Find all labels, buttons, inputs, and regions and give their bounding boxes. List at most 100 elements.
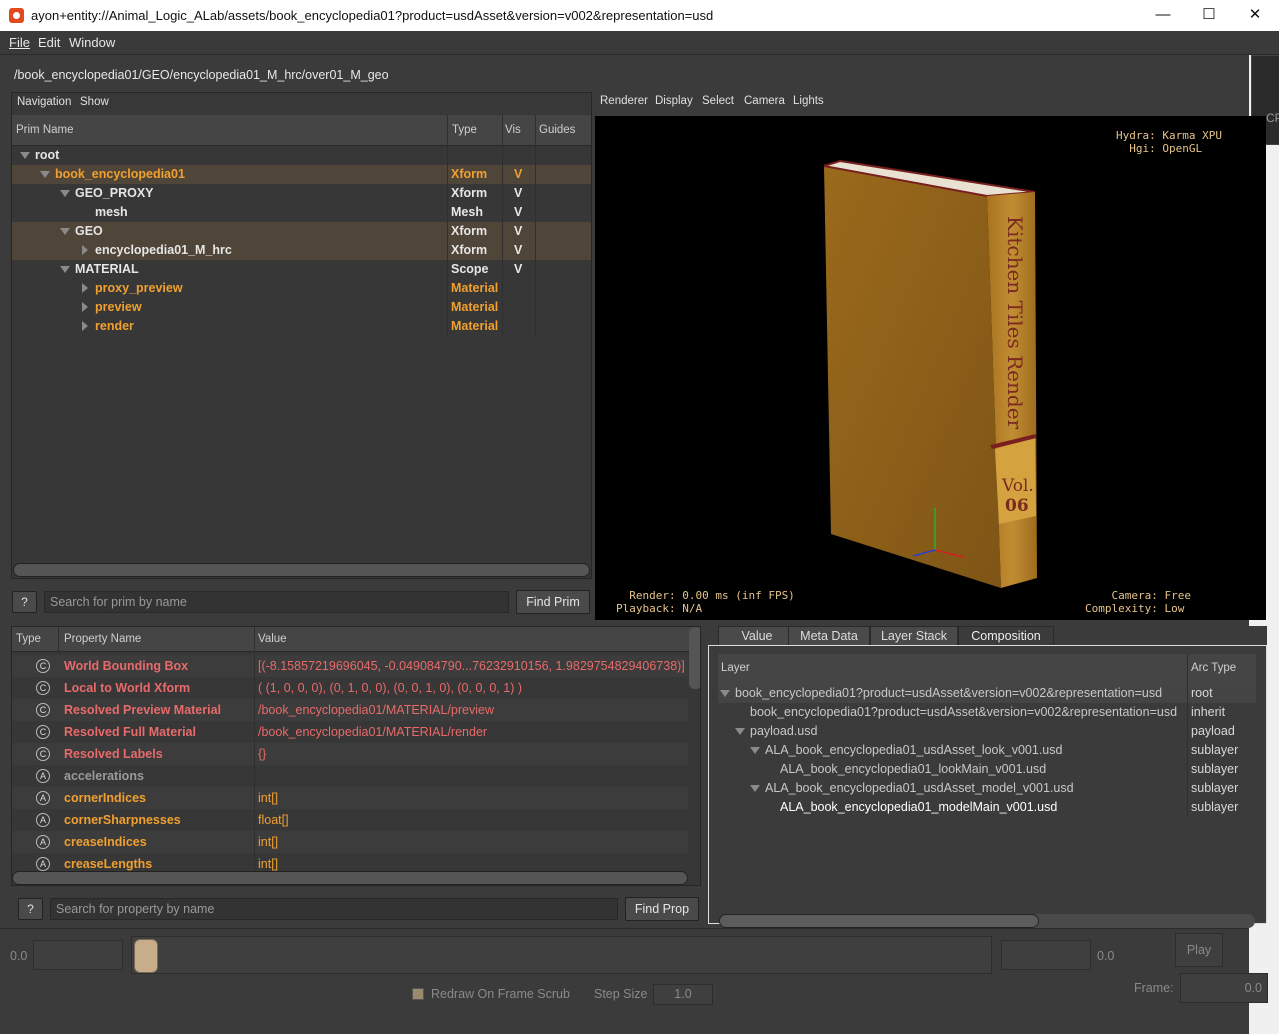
- scrollbar-thumb[interactable]: [719, 914, 1039, 928]
- prim-visibility[interactable]: V: [514, 224, 522, 238]
- tree-row[interactable]: render Material: [12, 317, 591, 336]
- property-row[interactable]: C World Bounding Box [(-8.15857219696045, …: [12, 655, 688, 677]
- tree-row[interactable]: MATERIAL Scope V: [12, 260, 591, 279]
- collapse-arrow-icon[interactable]: [60, 266, 70, 273]
- prim-search-input[interactable]: Search for prim by name: [44, 591, 509, 613]
- frame-field[interactable]: 0.0: [1180, 973, 1268, 1003]
- property-row[interactable]: AcornerSharpnesses float[]: [12, 809, 688, 831]
- property-row[interactable]: C Resolved Preview Material/book_encyclop…: [12, 699, 688, 721]
- composition-row[interactable]: ALA_book_encyclopedia01_usdAsset_model_v…: [718, 779, 1256, 798]
- composition-row[interactable]: ALA_book_encyclopedia01_usdAsset_look_v0…: [718, 741, 1256, 760]
- composition-row[interactable]: book_encyclopedia01?product=usdAsset&ver…: [718, 684, 1256, 703]
- prim-visibility[interactable]: V: [514, 167, 522, 181]
- menu-file[interactable]: File: [9, 35, 30, 50]
- select-menu[interactable]: Select: [702, 95, 734, 107]
- property-vscrollbar[interactable]: [689, 627, 700, 689]
- property-row[interactable]: C Resolved Labels {}: [12, 743, 688, 765]
- camera-menu[interactable]: Camera: [744, 95, 785, 107]
- collapse-arrow-icon[interactable]: [40, 171, 50, 178]
- property-row[interactable]: Aaccelerations: [12, 765, 688, 787]
- collapse-arrow-icon[interactable]: [750, 747, 760, 754]
- end-frame-field[interactable]: [1001, 940, 1091, 970]
- step-size-field[interactable]: 1.0: [653, 984, 713, 1005]
- 3d-viewport[interactable]: Kitchen Tiles Render Vol. 06 Hydra: Karm…: [595, 116, 1266, 620]
- prim-visibility[interactable]: V: [514, 243, 522, 257]
- tree-row[interactable]: encyclopedia01_M_hrc Xform V: [12, 241, 591, 260]
- property-value: int[]: [258, 857, 279, 871]
- expand-arrow-icon[interactable]: [82, 245, 88, 255]
- prim-visibility[interactable]: V: [514, 205, 522, 219]
- property-row[interactable]: C Local to World Xform ( (1, 0, 0, 0), (0,…: [12, 677, 688, 699]
- frame-slider-handle[interactable]: [134, 939, 158, 973]
- collapse-arrow-icon[interactable]: [720, 690, 730, 697]
- lights-menu[interactable]: Lights: [793, 95, 824, 107]
- header-layer[interactable]: Layer: [721, 662, 750, 674]
- redraw-checkbox[interactable]: [412, 988, 424, 1000]
- prop-help-button[interactable]: ?: [18, 898, 43, 920]
- menu-window[interactable]: Window: [69, 35, 115, 50]
- composition-hscrollbar[interactable]: [719, 914, 1255, 928]
- collapse-arrow-icon[interactable]: [20, 152, 30, 159]
- header-arc-type[interactable]: Arc Type: [1191, 662, 1236, 674]
- expand-arrow-icon[interactable]: [82, 302, 88, 312]
- tab-composition[interactable]: Composition: [958, 626, 1054, 646]
- tree-scrollbar[interactable]: [13, 563, 590, 577]
- show-menu[interactable]: Show: [80, 96, 109, 108]
- tab-value[interactable]: Value: [718, 626, 796, 646]
- header-prop-type[interactable]: Type: [16, 633, 41, 645]
- arc-type: sublayer: [1191, 762, 1239, 776]
- prim-visibility[interactable]: V: [514, 186, 522, 200]
- property-row[interactable]: AcornerIndices int[]: [12, 787, 688, 809]
- layer-name: payload.usd: [750, 724, 818, 738]
- tree-row[interactable]: preview Material: [12, 298, 591, 317]
- find-prop-button[interactable]: Find Prop: [625, 897, 699, 921]
- collapse-arrow-icon[interactable]: [750, 785, 760, 792]
- header-prim-name[interactable]: Prim Name: [16, 124, 74, 136]
- tree-row[interactable]: mesh Mesh V: [12, 203, 591, 222]
- app-icon: [9, 8, 24, 23]
- header-vis[interactable]: Vis: [505, 124, 521, 136]
- header-guides[interactable]: Guides: [539, 124, 575, 136]
- tree-help-button[interactable]: ?: [12, 591, 37, 613]
- maximize-button[interactable]: ☐: [1186, 0, 1232, 31]
- title-bar: ayon+entity://Animal_Logic_ALab/assets/b…: [0, 0, 1279, 31]
- tree-row[interactable]: root: [12, 146, 591, 165]
- expand-arrow-icon[interactable]: [82, 283, 88, 293]
- play-button[interactable]: Play: [1175, 933, 1223, 967]
- prim-path[interactable]: /book_encyclopedia01/GEO/encyclopedia01_…: [10, 65, 1250, 85]
- header-type[interactable]: Type: [452, 124, 477, 136]
- composition-row[interactable]: payload.usd payload: [718, 722, 1256, 741]
- prim-type: Xform: [451, 167, 488, 181]
- prim-visibility[interactable]: V: [514, 262, 522, 276]
- layer-name: ALA_book_encyclopedia01_usdAsset_model_v…: [765, 781, 1074, 795]
- tree-row[interactable]: GEO_PROXY Xform V: [12, 184, 591, 203]
- composition-row[interactable]: book_encyclopedia01?product=usdAsset&ver…: [718, 703, 1256, 722]
- tab-meta-data[interactable]: Meta Data: [788, 626, 870, 646]
- end-frame-label: 0.0: [1097, 949, 1115, 963]
- close-button[interactable]: ✕: [1232, 0, 1278, 31]
- property-hscrollbar[interactable]: [12, 871, 688, 885]
- start-frame-field[interactable]: [33, 940, 123, 970]
- menu-edit[interactable]: Edit: [38, 35, 60, 50]
- tab-layer-stack[interactable]: Layer Stack: [870, 626, 958, 646]
- header-prop-value[interactable]: Value: [258, 633, 287, 645]
- property-row[interactable]: AcreaseIndices int[]: [12, 831, 688, 853]
- header-prop-name[interactable]: Property Name: [64, 633, 141, 645]
- collapse-arrow-icon[interactable]: [60, 190, 70, 197]
- renderer-menu[interactable]: Renderer: [600, 95, 648, 107]
- collapse-arrow-icon[interactable]: [60, 228, 70, 235]
- tree-row[interactable]: GEO Xform V: [12, 222, 591, 241]
- navigation-menu[interactable]: Navigation: [17, 96, 71, 108]
- property-search-input[interactable]: Search for property by name: [50, 898, 618, 920]
- property-row[interactable]: C Resolved Full Material/book_encyclopedi…: [12, 721, 688, 743]
- minimize-button[interactable]: —: [1140, 0, 1186, 31]
- display-menu[interactable]: Display: [655, 95, 693, 107]
- collapse-arrow-icon[interactable]: [735, 728, 745, 735]
- composition-row[interactable]: ALA_book_encyclopedia01_modelMain_v001.u…: [718, 798, 1256, 817]
- find-prim-button[interactable]: Find Prim: [516, 590, 590, 614]
- frame-slider[interactable]: [131, 936, 992, 974]
- tree-row[interactable]: book_encyclopedia01 Xform V: [12, 165, 591, 184]
- expand-arrow-icon[interactable]: [82, 321, 88, 331]
- tree-row[interactable]: proxy_preview Material: [12, 279, 591, 298]
- composition-row[interactable]: ALA_book_encyclopedia01_lookMain_v001.us…: [718, 760, 1256, 779]
